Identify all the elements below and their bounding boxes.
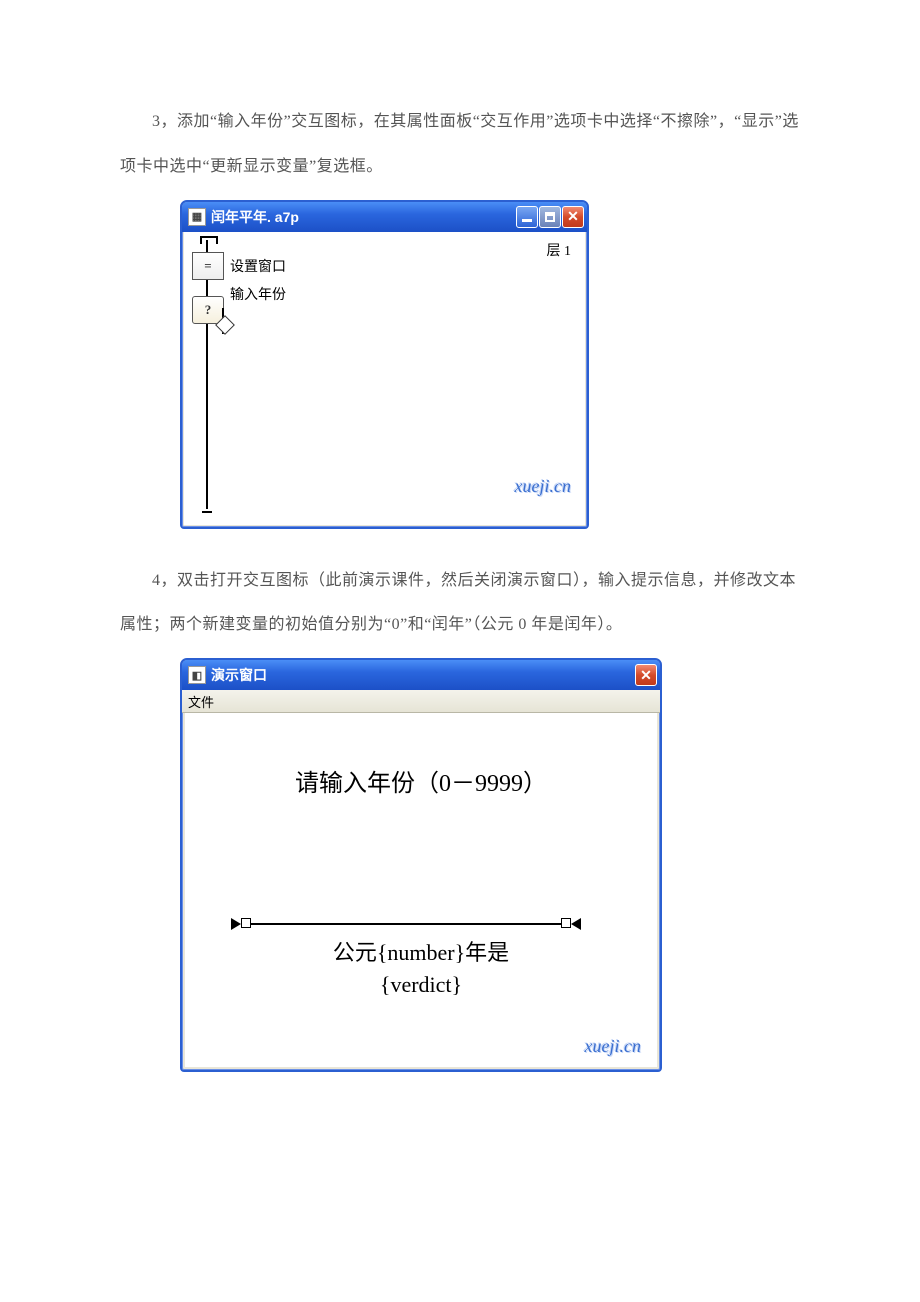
flowline (206, 240, 208, 509)
entry-arrow-right-icon (571, 918, 581, 930)
minimize-button[interactable] (516, 206, 538, 228)
titlebar: ◧ 演示窗口 ✕ (182, 660, 660, 690)
close-button[interactable]: ✕ (562, 206, 584, 228)
titlebar: ▦ 闰年平年. a7p ✕ (182, 202, 587, 232)
prompt-text: 请输入年份（0－9999） (185, 763, 657, 798)
level-indicator: 层 1 (547, 240, 572, 260)
text-entry-marker[interactable] (245, 923, 567, 925)
menu-bar[interactable]: 文件 (182, 690, 660, 713)
resize-handle[interactable] (241, 918, 251, 928)
maximize-button (539, 206, 561, 228)
calc-icon-label[interactable]: 设置窗口 (230, 256, 286, 276)
presentation-window: ◧ 演示窗口 ✕ 文件 请输入年份（0－9999） 公元{number}年是 {… (180, 658, 662, 1072)
flowline-canvas[interactable]: 层 1 设置窗口 输入年份 xueji.cn (184, 232, 585, 525)
app-icon: ◧ (188, 666, 206, 684)
window-title: 闰年平年. a7p (211, 207, 516, 227)
interaction-icon-label[interactable]: 输入年份 (230, 284, 286, 304)
result-display-text: 公元{number}年是 {verdict} (185, 937, 657, 1001)
presentation-canvas[interactable]: 请输入年份（0－9999） 公元{number}年是 {verdict} xue… (185, 713, 657, 1067)
instruction-step-4: 4，双击打开交互图标（此前演示课件，然后关闭演示窗口），输入提示信息，并修改文本… (120, 559, 800, 649)
menu-file[interactable]: 文件 (188, 692, 214, 711)
app-icon: ▦ (188, 208, 206, 226)
flowline-end (202, 511, 212, 513)
authorware-flowline-window: ▦ 闰年平年. a7p ✕ 层 1 设置窗口 输入年份 xueji.cn (180, 200, 589, 529)
window-title: 演示窗口 (211, 665, 635, 685)
instruction-step-3: 3，添加“输入年份”交互图标，在其属性面板“交互作用”选项卡中选择“不擦除”，“… (120, 100, 800, 190)
watermark: xueji.cn (585, 1036, 641, 1057)
flowline-start (200, 236, 218, 244)
resize-handle[interactable] (561, 918, 571, 928)
close-button[interactable]: ✕ (635, 664, 657, 686)
watermark: xueji.cn (515, 476, 571, 497)
calculation-icon[interactable] (192, 252, 224, 280)
entry-arrow-left-icon (231, 918, 241, 930)
